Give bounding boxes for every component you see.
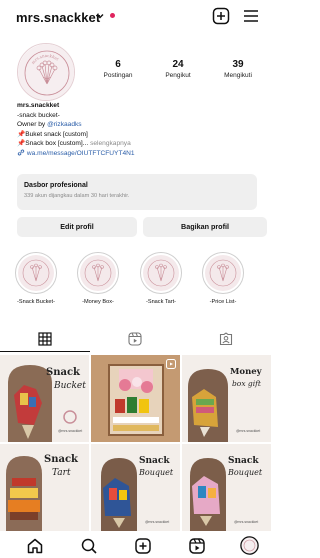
highlight-snack-tart[interactable]: -Snack Tart-	[136, 252, 186, 305]
see-more-link[interactable]: selengkapnya	[88, 140, 131, 147]
post-tile[interactable]: Snack Tart	[0, 444, 89, 531]
link-icon	[17, 149, 25, 156]
highlight-label: -Snack Tart-	[145, 299, 177, 305]
highlight-price-list[interactable]: -Price List-	[198, 252, 248, 305]
tab-reels[interactable]	[90, 326, 180, 352]
chevron-down-icon[interactable]	[95, 11, 105, 21]
post-script: Bouquet	[139, 468, 174, 477]
owner-prefix: Owner by	[17, 121, 48, 129]
dashboard-title: Dasbor profesional	[24, 182, 88, 189]
tab-tagged[interactable]	[181, 326, 271, 352]
bio-line-2-wrap: 📌Snack box [custom]... selengkapnya	[17, 139, 267, 149]
post-script: Tart	[52, 468, 71, 478]
posts-label: Postingan	[103, 72, 133, 79]
post-script: box gift	[232, 379, 261, 388]
bio-tagline: -snack bucket-	[17, 111, 60, 119]
posts-grid: Snack Bucket @mrs.snackket Money box gif…	[0, 355, 271, 531]
post-tag: @mrs.snackket	[236, 429, 261, 433]
post-title: Snack	[44, 454, 78, 465]
reels-icon[interactable]	[188, 537, 206, 555]
profile-bio: mrs.snackket -snack bucket- Owner by @ri…	[17, 101, 267, 159]
menu-icon[interactable]	[242, 8, 260, 24]
grid-icon	[38, 332, 52, 346]
post-tag: @mrs.snackket	[58, 429, 83, 433]
post-title: Snack	[46, 367, 80, 378]
post-tile[interactable]: Snack Bucket @mrs.snackket	[0, 355, 89, 442]
tagged-icon	[219, 332, 233, 346]
highlight-cover	[18, 255, 54, 291]
highlight-ring	[140, 252, 182, 294]
highlight-money-box[interactable]: -Money Box-	[73, 252, 123, 305]
edit-profile-button[interactable]: Edit profil	[17, 217, 137, 237]
highlight-snack-bucket[interactable]: -Snack Bucket-	[11, 252, 61, 305]
post-script: Bucket	[54, 381, 86, 391]
create-post-icon[interactable]	[212, 7, 230, 25]
profile-avatar[interactable]	[240, 536, 259, 555]
reel-indicator-icon	[166, 359, 176, 369]
stat-following[interactable]: 39 Mengikuti	[208, 59, 268, 79]
top-bar: mrs.snackket	[0, 0, 271, 36]
post-tile[interactable]: Snack Bouquet @mrs.snackket	[91, 444, 180, 531]
owner-mention-link[interactable]: @rizkaadks	[47, 121, 82, 128]
post-tag: @mrs.snackket	[145, 520, 170, 524]
bio-website-row[interactable]: wa.me/message/OIUTFTCFUYT4N1	[17, 149, 267, 159]
bio-owner-line: Owner by @rizkaadks	[17, 120, 267, 130]
stat-followers[interactable]: 24 Pengikut	[148, 59, 208, 79]
bio-line-1: 📌Buket snack [custom]	[17, 130, 88, 138]
tab-posts-grid[interactable]	[0, 326, 90, 352]
create-icon[interactable]	[134, 537, 152, 555]
post-title: Money	[230, 367, 262, 377]
highlight-cover	[205, 255, 241, 291]
post-tag: @mrs.snackket	[234, 520, 259, 524]
website-link[interactable]: wa.me/message/OIUTFTCFUYT4N1	[27, 150, 135, 157]
highlight-ring	[77, 252, 119, 294]
professional-dashboard[interactable]: Dasbor profesional 339 akun dijangkau da…	[17, 174, 257, 210]
highlight-label: -Money Box-	[82, 299, 114, 305]
highlight-ring	[15, 252, 57, 294]
highlight-label: -Price List-	[209, 299, 237, 305]
reels-icon	[128, 332, 142, 346]
post-title: Snack	[228, 456, 259, 466]
active-tab-indicator	[0, 351, 90, 352]
display-name: mrs.snackket	[17, 102, 60, 109]
following-count: 39	[232, 59, 244, 70]
followers-label: Pengikut	[165, 72, 191, 79]
home-icon[interactable]	[26, 537, 44, 555]
highlight-label: -Snack Bucket-	[17, 299, 55, 305]
post-title: Snack	[139, 456, 170, 466]
post-tile[interactable]: Snack Bouquet @mrs.snackket	[182, 444, 271, 531]
post-tile[interactable]	[91, 355, 180, 442]
highlight-cover	[143, 255, 179, 291]
username-title[interactable]: mrs.snackket	[16, 10, 100, 25]
highlight-ring	[202, 252, 244, 294]
profile-avatar[interactable]: mrs.snackket	[17, 43, 75, 101]
following-label: Mengikuti	[224, 72, 252, 79]
notification-dot	[110, 13, 115, 18]
search-icon[interactable]	[80, 537, 98, 555]
followers-count: 24	[172, 59, 184, 70]
profile-tabs	[0, 326, 271, 352]
highlight-cover	[80, 255, 116, 291]
stat-posts[interactable]: 6 Postingan	[88, 59, 148, 79]
share-profile-button[interactable]: Bagikan profil	[143, 217, 267, 237]
post-script: Bouquet	[228, 468, 263, 477]
posts-count: 6	[115, 59, 121, 70]
post-tile[interactable]: Money box gift @mrs.snackket	[182, 355, 271, 442]
bio-line-2: 📌Snack box [custom]...	[17, 140, 89, 148]
bottom-navigation	[0, 533, 271, 558]
dashboard-subtitle: 339 akun dijangkau dalam 30 hari terakhi…	[24, 193, 130, 199]
brand-logo: mrs.snackket	[18, 44, 74, 100]
